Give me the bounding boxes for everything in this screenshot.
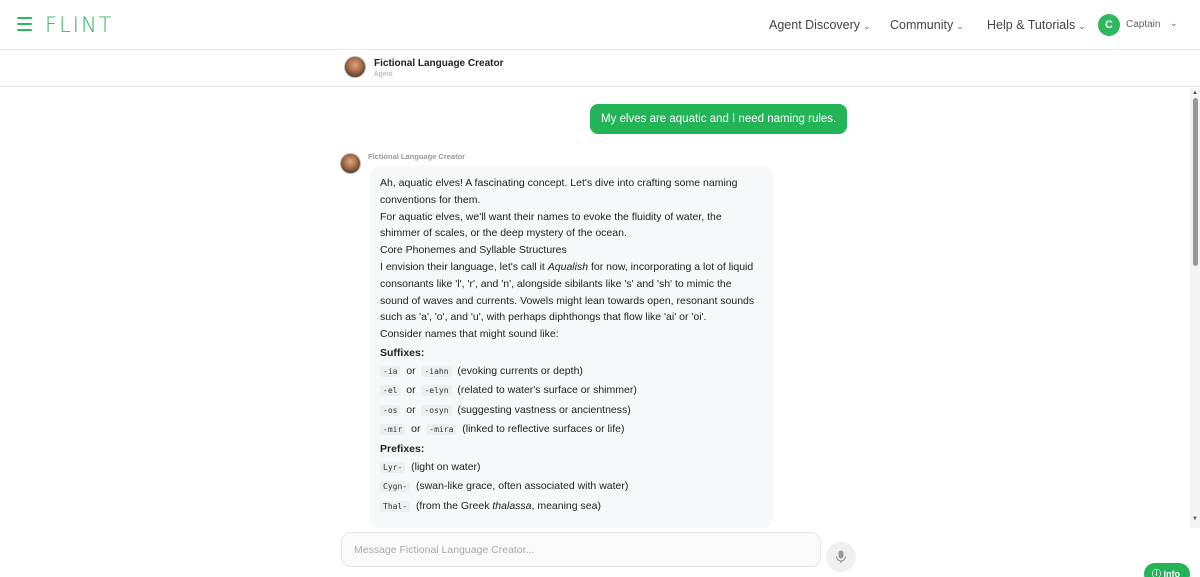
code-snippet: -elyn bbox=[421, 385, 452, 397]
chat-thread[interactable]: My elves are aquatic and I need naming r… bbox=[0, 88, 1190, 528]
scroll-up-arrow-icon[interactable]: ▲ bbox=[1192, 90, 1198, 96]
prefix-item: Cygn- (swan-like grace, often associated… bbox=[380, 477, 763, 496]
code-snippet: -os bbox=[380, 404, 401, 416]
response-intro: Ah, aquatic elves! A fascinating concept… bbox=[380, 177, 738, 206]
chevron-down-icon: ⌄ bbox=[1078, 21, 1086, 31]
scroll-down-arrow-icon[interactable]: ▼ bbox=[1192, 516, 1198, 522]
menu-icon[interactable] bbox=[17, 17, 32, 31]
nav-item-label: Agent Discovery bbox=[769, 18, 861, 32]
response-paragraph: I envision their language, let's call it… bbox=[380, 259, 763, 326]
nav-help-tutorials[interactable]: Help & Tutorials ⌄ bbox=[987, 18, 1086, 32]
prefix-desc: , meaning sea) bbox=[531, 499, 601, 512]
nav-agent-discovery[interactable]: Agent Discovery ⌄ bbox=[769, 18, 871, 32]
suffixes-heading: Suffixes: bbox=[380, 346, 425, 359]
bot-avatar bbox=[340, 153, 361, 174]
suffix-item: -os or -osyn (suggesting vastness or anc… bbox=[380, 401, 763, 420]
microphone-button[interactable] bbox=[826, 542, 856, 572]
top-navbar: FLINT Agent Discovery ⌄ Community ⌄ Help &… bbox=[0, 0, 1200, 50]
chevron-down-icon: ⌄ bbox=[956, 21, 964, 31]
bot-message: Ah, aquatic elves! A fascinating concept… bbox=[370, 166, 773, 528]
italic-term: thalassa bbox=[492, 499, 532, 512]
suffix-item: -ia or -iahn (evoking currents or depth) bbox=[380, 362, 763, 381]
nav-item-label: Community bbox=[890, 18, 954, 32]
prefix-desc: (swan-like grace, often associated with … bbox=[415, 480, 629, 493]
response-paragraph: For aquatic elves, we'll want their name… bbox=[380, 210, 722, 240]
message-composer[interactable] bbox=[341, 532, 821, 567]
prefixes-heading: Prefixes: bbox=[380, 443, 425, 456]
nav-item-label: Help & Tutorials bbox=[987, 18, 1076, 32]
info-label: Info bbox=[1163, 569, 1181, 577]
info-button[interactable]: ⓘ Info bbox=[1144, 563, 1190, 577]
chevron-down-icon[interactable]: ⌄ bbox=[1170, 18, 1178, 29]
info-icon: ⓘ bbox=[1152, 569, 1162, 577]
code-snippet: Thal- bbox=[380, 500, 411, 512]
code-snippet: Lyr- bbox=[380, 462, 406, 474]
agent-role: Agent bbox=[374, 71, 393, 78]
message-input[interactable] bbox=[342, 533, 820, 566]
brand-logo[interactable]: FLINT bbox=[45, 13, 114, 37]
suffix-desc: (linked to reflective surfaces or life) bbox=[462, 422, 625, 435]
bot-name: Fictional Language Creator bbox=[368, 152, 466, 161]
italic-term: Aqualish bbox=[547, 260, 589, 273]
chevron-down-icon: ⌄ bbox=[863, 21, 871, 31]
agent-avatar bbox=[344, 56, 366, 78]
prefix-item: Lyr- (light on water) bbox=[380, 458, 763, 477]
user-name[interactable]: Captain bbox=[1126, 19, 1160, 30]
code-snippet: -iahn bbox=[421, 365, 452, 377]
code-snippet: -mira bbox=[426, 423, 457, 435]
suffix-item: -mir or -mira (linked to reflective surf… bbox=[380, 420, 763, 439]
prefix-desc: (from the Greek bbox=[415, 499, 493, 512]
suffix-desc: (related to water's surface or shimmer) bbox=[457, 384, 637, 397]
code-snippet: Cygn- bbox=[380, 481, 411, 493]
code-snippet: -ia bbox=[380, 365, 401, 377]
or-text: or bbox=[406, 384, 416, 397]
suffix-item: -el or -elyn (related to water's surface… bbox=[380, 381, 763, 400]
user-message: My elves are aquatic and I need naming r… bbox=[590, 104, 848, 134]
suffix-desc: (suggesting vastness or ancientness) bbox=[457, 403, 631, 416]
scroll-thumb[interactable] bbox=[1193, 98, 1198, 266]
code-snippet: -el bbox=[380, 385, 401, 397]
prefix-item: Thal- (from the Greek thalassa, meaning … bbox=[380, 497, 763, 516]
prefix-desc: (light on water) bbox=[411, 461, 481, 474]
chat-scrollbar[interactable]: ▲ ▼ bbox=[1190, 88, 1200, 528]
user-avatar[interactable]: C bbox=[1098, 14, 1120, 36]
code-snippet: -osyn bbox=[421, 404, 452, 416]
or-text: or bbox=[406, 403, 416, 416]
response-paragraph: Consider names that might sound like: bbox=[380, 328, 559, 341]
suffix-desc: (evoking currents or depth) bbox=[457, 364, 583, 377]
nav-community[interactable]: Community ⌄ bbox=[890, 18, 964, 32]
code-snippet: -mir bbox=[380, 423, 406, 435]
agent-name: Fictional Language Creator bbox=[374, 58, 504, 69]
text-span: I envision their language, let's call it bbox=[380, 260, 548, 273]
response-section-heading: Core Phonemes and Syllable Structures bbox=[380, 244, 567, 257]
agent-header: Fictional Language Creator Agent bbox=[0, 50, 1200, 87]
or-text: or bbox=[411, 422, 421, 435]
microphone-icon bbox=[835, 550, 847, 563]
or-text: or bbox=[406, 364, 416, 377]
